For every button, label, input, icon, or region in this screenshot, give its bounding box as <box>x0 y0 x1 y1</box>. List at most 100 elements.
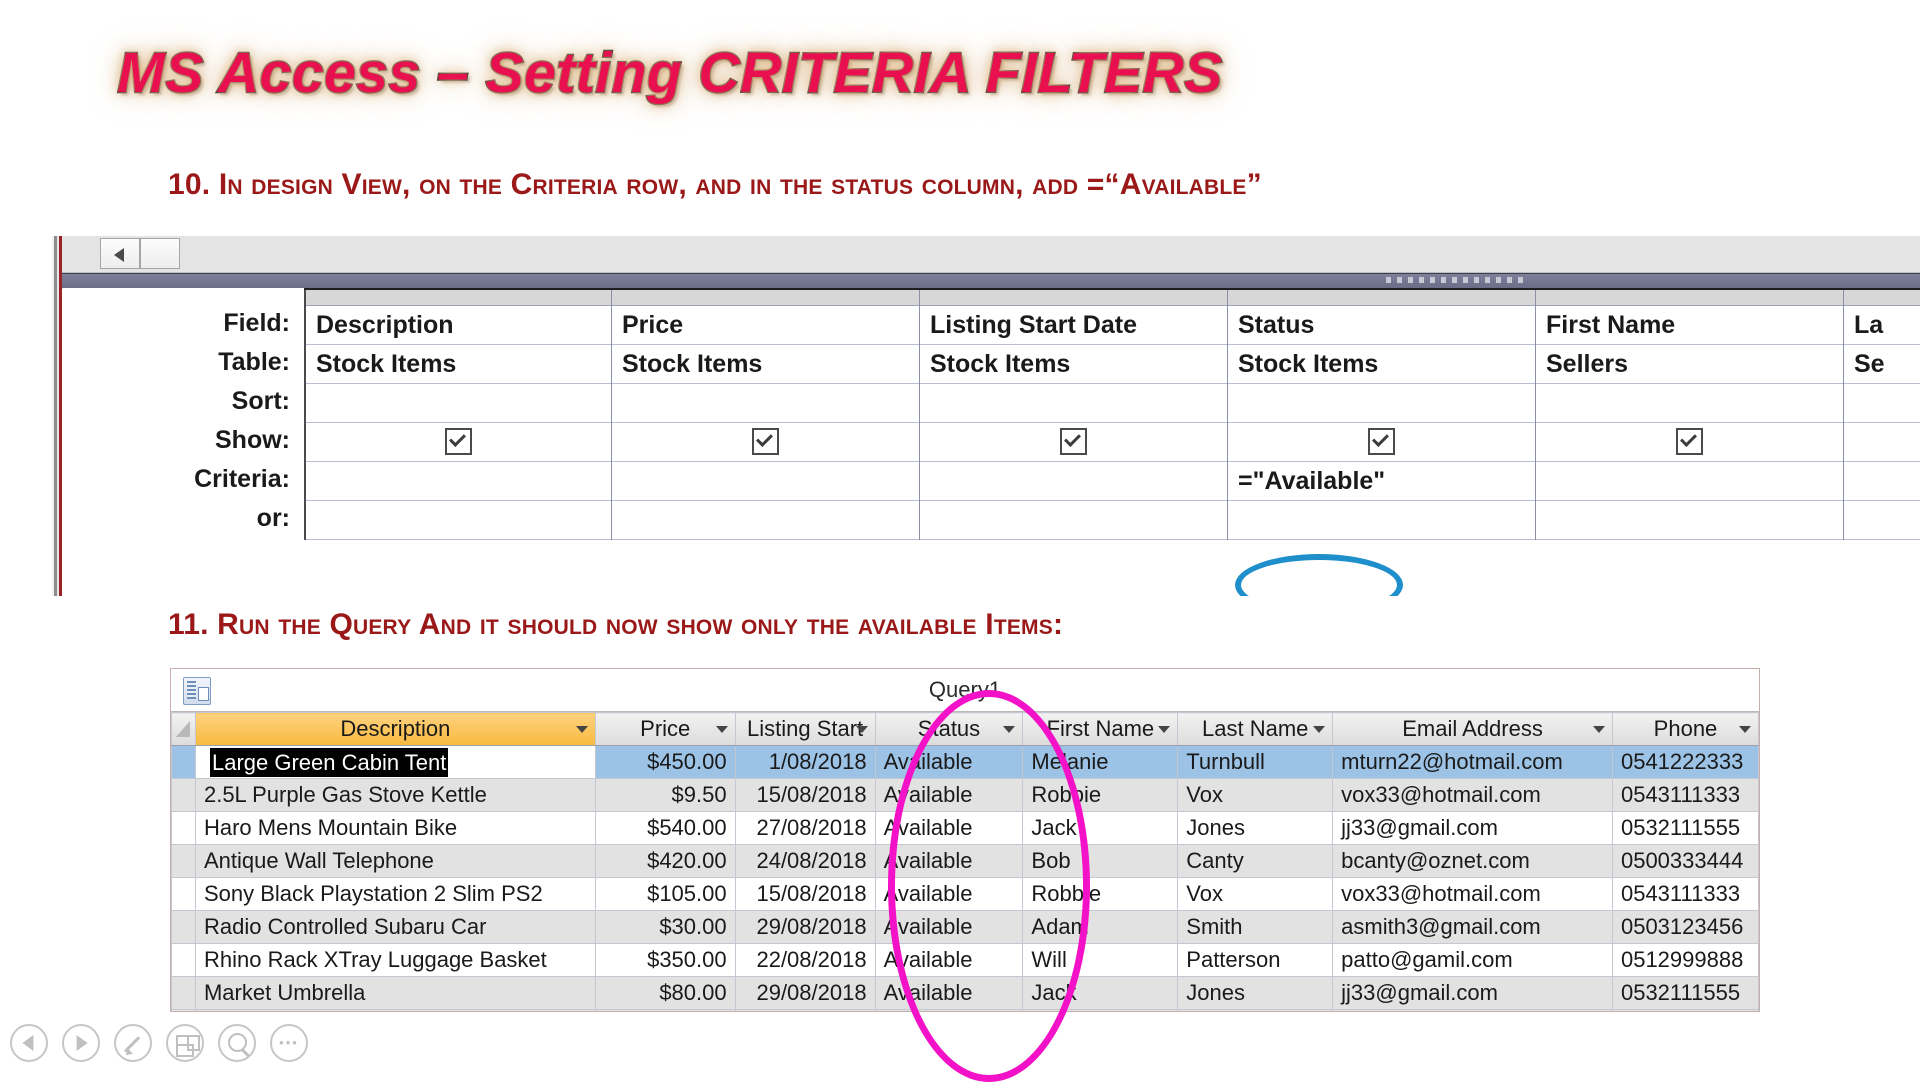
design-column-status[interactable]: Status Stock Items ="Available" <box>1228 290 1536 540</box>
row-selector[interactable] <box>171 943 196 977</box>
field-cell[interactable]: Status <box>1228 306 1535 345</box>
cell-listing-start[interactable]: 24/08/2018 <box>734 844 876 878</box>
row-selector[interactable] <box>171 778 196 812</box>
or-cell[interactable] <box>306 501 611 540</box>
row-selector[interactable] <box>171 844 196 878</box>
field-cell[interactable]: First Name <box>1536 306 1843 345</box>
column-selector[interactable] <box>612 290 919 306</box>
cell-last-name[interactable]: Jones <box>1177 976 1334 1010</box>
chevron-down-icon[interactable] <box>1592 726 1605 733</box>
column-selector[interactable] <box>306 290 611 306</box>
show-cell[interactable] <box>1536 423 1843 462</box>
design-column-first-name[interactable]: First Name Sellers <box>1536 290 1844 540</box>
table-cell[interactable]: Stock Items <box>612 345 919 384</box>
column-header-description[interactable]: Description <box>194 712 596 746</box>
cell-first-name[interactable]: Bob <box>1022 844 1179 878</box>
design-column-listing-start-date[interactable]: Listing Start Date Stock Items <box>920 290 1228 540</box>
table-row[interactable]: 2.5L Purple Gas Stove Kettle $9.50 15/08… <box>171 778 1759 812</box>
cell-last-name[interactable] <box>1177 1009 1334 1011</box>
cell-listing-start[interactable]: 29/08/2018 <box>734 976 876 1010</box>
row-selector[interactable] <box>171 745 196 779</box>
previous-slide-icon[interactable] <box>10 1024 48 1062</box>
table-row[interactable]: Market Umbrella $80.00 29/08/2018 Availa… <box>171 976 1759 1010</box>
cell-email[interactable]: patto@gamil.com <box>1332 943 1613 977</box>
table-cell[interactable]: Se <box>1844 345 1920 384</box>
edit-mode-selected-text[interactable]: Large Green Cabin Tent <box>209 747 449 777</box>
cell-first-name[interactable]: Robbie <box>1022 778 1179 812</box>
chevron-down-icon[interactable] <box>715 726 728 733</box>
cell-listing-start[interactable]: 22/08/2018 <box>734 943 876 977</box>
slides-grid-icon[interactable] <box>166 1024 204 1062</box>
row-selector[interactable] <box>171 910 196 944</box>
design-column-price[interactable]: Price Stock Items <box>612 290 920 540</box>
cell-last-name[interactable]: Vox <box>1177 877 1334 911</box>
column-header-last-name[interactable]: Last Name <box>1177 712 1334 746</box>
cell-first-name[interactable]: Adam <box>1022 910 1179 944</box>
cell-email[interactable] <box>1332 1009 1613 1011</box>
cell-listing-start[interactable]: 29/08/2018 <box>734 910 876 944</box>
column-selector[interactable] <box>1844 290 1920 306</box>
cell-first-name[interactable]: Jack <box>1022 811 1179 845</box>
table-cell[interactable]: Stock Items <box>1228 345 1535 384</box>
criteria-cell[interactable]: ="Available" <box>1228 462 1535 501</box>
zoom-icon[interactable] <box>218 1024 256 1062</box>
cell-phone[interactable]: 0543111333 <box>1611 778 1759 812</box>
show-cell[interactable] <box>1844 423 1920 462</box>
field-cell[interactable]: Price <box>612 306 919 345</box>
cell-email[interactable]: asmith3@gmail.com <box>1332 910 1613 944</box>
sort-cell[interactable] <box>306 384 611 423</box>
cell-price[interactable]: $105.00 <box>594 877 736 911</box>
cell-phone[interactable]: 0543111333 <box>1611 877 1759 911</box>
cell-status[interactable] <box>874 1009 1024 1011</box>
cell-description[interactable]: Radio Controlled Subaru Car <box>194 910 596 944</box>
cell-first-name[interactable] <box>1022 1009 1179 1011</box>
show-cell[interactable] <box>1228 423 1535 462</box>
cell-first-name[interactable]: Will <box>1022 943 1179 977</box>
cell-email[interactable]: vox33@hotmail.com <box>1332 778 1613 812</box>
sort-cell[interactable] <box>1536 384 1843 423</box>
column-selector[interactable] <box>920 290 1227 306</box>
column-header-phone[interactable]: Phone <box>1611 712 1759 746</box>
criteria-cell[interactable] <box>612 462 919 501</box>
cell-price[interactable]: $420.00 <box>594 844 736 878</box>
cell-price[interactable]: $450.00 <box>594 745 736 779</box>
cell-status[interactable]: Available <box>874 811 1024 845</box>
cell-phone[interactable]: 0532111555 <box>1611 976 1759 1010</box>
table-cell[interactable]: Stock Items <box>920 345 1227 384</box>
column-header-email-address[interactable]: Email Address <box>1332 712 1613 746</box>
cell-listing-start[interactable]: 15/08/2018 <box>734 877 876 911</box>
field-cell[interactable]: Description <box>306 306 611 345</box>
design-column-description[interactable]: Description Stock Items <box>304 290 612 540</box>
cell-status[interactable]: Available <box>874 844 1024 878</box>
chevron-down-icon[interactable] <box>1158 726 1171 733</box>
cell-last-name[interactable]: Turnbull <box>1177 745 1334 779</box>
sort-cell[interactable] <box>920 384 1227 423</box>
cell-price[interactable]: $540.00 <box>594 811 736 845</box>
column-header-listing-start[interactable]: Listing Start <box>734 712 876 746</box>
sort-cell[interactable] <box>1844 384 1920 423</box>
table-row[interactable]: Sony Black Playstation 2 Slim PS2 $105.0… <box>171 877 1759 911</box>
pen-icon[interactable] <box>114 1024 152 1062</box>
splitter-grip-icon[interactable] <box>1386 277 1526 283</box>
cell-status[interactable]: Available <box>874 976 1024 1010</box>
cell-status[interactable]: Available <box>874 910 1024 944</box>
scroll-right-button[interactable] <box>140 238 180 269</box>
cell-email[interactable]: jj33@gmail.com <box>1332 976 1613 1010</box>
new-record-row[interactable] <box>171 1009 1759 1011</box>
show-checkbox[interactable] <box>1060 428 1087 456</box>
criteria-cell[interactable] <box>306 462 611 501</box>
design-column-last-name-clipped[interactable]: La Se <box>1844 290 1920 540</box>
show-cell[interactable] <box>306 423 611 462</box>
column-selector[interactable] <box>1228 290 1535 306</box>
cell-phone[interactable]: 0500333444 <box>1611 844 1759 878</box>
table-row[interactable]: Radio Controlled Subaru Car $30.00 29/08… <box>171 910 1759 944</box>
table-row[interactable]: Antique Wall Telephone $420.00 24/08/201… <box>171 844 1759 878</box>
table-row[interactable]: Haro Mens Mountain Bike $540.00 27/08/20… <box>171 811 1759 845</box>
cell-first-name[interactable]: Jack <box>1022 976 1179 1010</box>
cell-price[interactable]: $350.00 <box>594 943 736 977</box>
next-slide-icon[interactable] <box>62 1024 100 1062</box>
cell-price[interactable]: $9.50 <box>594 778 736 812</box>
cell-price[interactable] <box>594 1009 736 1011</box>
show-checkbox[interactable] <box>1368 428 1395 456</box>
show-checkbox[interactable] <box>1676 428 1703 456</box>
